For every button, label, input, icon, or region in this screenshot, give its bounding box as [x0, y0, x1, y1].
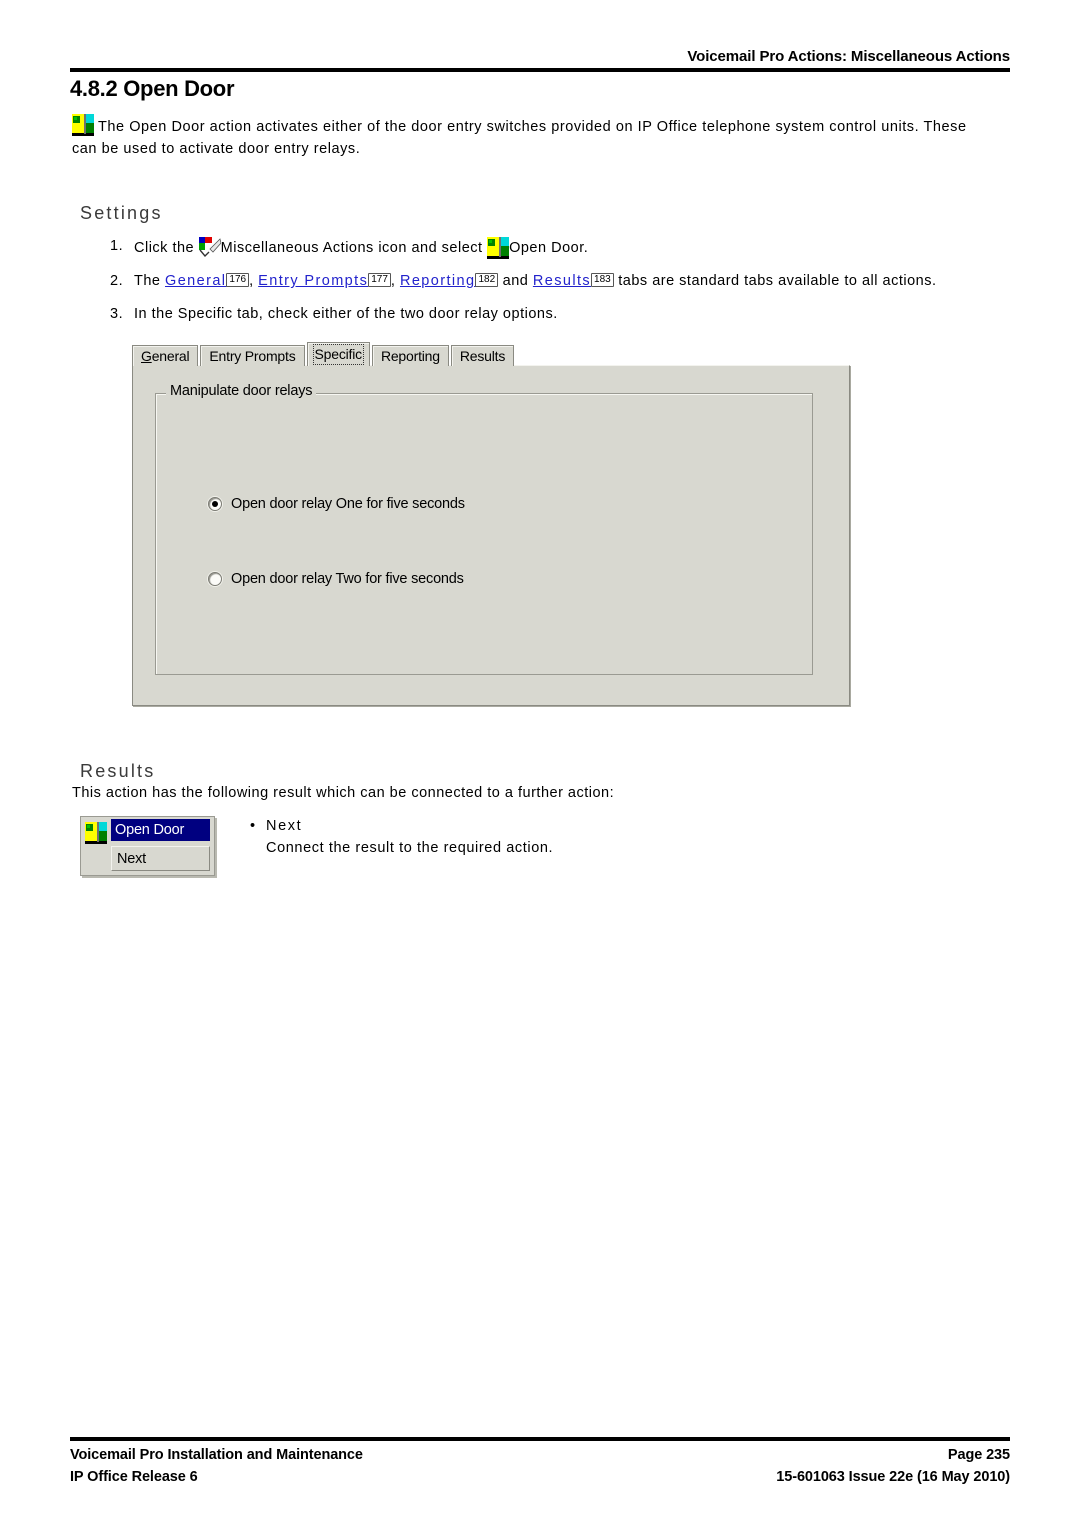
open-door-action-node: Open Door Next — [80, 816, 215, 876]
bullet-description: Connect the result to the required actio… — [266, 840, 554, 856]
node-result-next[interactable]: Next — [111, 846, 210, 871]
open-door-icon — [487, 237, 510, 260]
tab-general[interactable]: General — [132, 345, 199, 366]
open-door-properties-dialog: General Entry Prompts Specific Reporting… — [132, 342, 850, 706]
results-bullet-list: • Next Connect the result to the require… — [250, 815, 850, 859]
settings-heading: Settings — [80, 203, 163, 223]
tab-results-label: Results — [459, 348, 506, 364]
intro-paragraph: The Open Door action activates either of… — [72, 114, 977, 160]
tab-reporting[interactable]: Reporting — [371, 345, 449, 366]
tab-specific-label: Specific — [312, 344, 364, 365]
pageref-reporting[interactable]: 182 — [475, 273, 499, 288]
groupbox-label: Manipulate door relays — [166, 383, 317, 399]
tab-entry-prompts-label: Entry Prompts — [209, 348, 296, 364]
link-general[interactable]: General — [165, 273, 226, 289]
step-1-text-before: Click the — [134, 240, 199, 256]
step-1-text-middle: Miscellaneous Actions icon and select — [220, 240, 488, 256]
link-entry-prompts[interactable]: Entry Prompts — [258, 273, 368, 289]
node-title-bar: Open Door — [111, 819, 210, 841]
results-heading: Results — [80, 761, 156, 781]
settings-step-1: 1. Click the Miscellaneous Actions icon a… — [110, 236, 980, 260]
step-1-text-after: Open Door. — [509, 240, 589, 256]
page-title: 4.8.2 Open Door — [70, 76, 235, 101]
open-door-icon — [85, 822, 107, 844]
bullet-name: Next — [266, 818, 303, 834]
step-2-lead: The — [134, 273, 166, 290]
step-3-text: In the Specific tab, check either of the… — [134, 306, 558, 323]
list-item: • Next Connect the result to the require… — [250, 815, 850, 859]
dialog-body: Manipulate door relays Open door relay O… — [132, 365, 850, 706]
page-footer: Voicemail Pro Installation and Maintenan… — [70, 1444, 1010, 1488]
settings-step-3: 3. In the Specific tab, check either of t… — [110, 304, 980, 325]
link-reporting[interactable]: Reporting — [400, 273, 475, 289]
footer-right-line1: Page 235 — [947, 1447, 1010, 1463]
footer-left-line2: IP Office Release 6 — [70, 1469, 198, 1485]
tab-results[interactable]: Results — [450, 345, 515, 366]
radio-button-icon[interactable] — [208, 497, 222, 511]
radio-open-door-relay-two[interactable]: Open door relay Two for five seconds — [208, 571, 464, 587]
pageref-entry-prompts[interactable]: 177 — [368, 273, 391, 288]
radio-open-door-relay-one[interactable]: Open door relay One for five seconds — [208, 496, 465, 512]
dialog-tabstrip: General Entry Prompts Specific Reporting… — [132, 342, 516, 366]
radio-button-icon[interactable] — [208, 572, 222, 586]
tab-specific[interactable]: Specific — [306, 342, 370, 366]
header-rule — [70, 68, 1010, 72]
footer-left-line1: Voicemail Pro Installation and Maintenan… — [70, 1447, 363, 1463]
results-intro-text: This action has the following result whi… — [72, 785, 615, 801]
footer-rule — [70, 1437, 1010, 1441]
page-header: Voicemail Pro Actions: Miscellaneous Act… — [70, 48, 1010, 72]
settings-steps: 1. Click the Miscellaneous Actions icon a… — [110, 236, 980, 337]
sep-2: and — [498, 273, 533, 290]
miscellaneous-actions-icon — [198, 236, 222, 258]
header-title: Voicemail Pro Actions: Miscellaneous Act… — [687, 48, 1010, 65]
tab-reporting-label: Reporting — [380, 348, 440, 364]
pageref-results[interactable]: 183 — [591, 273, 614, 288]
tab-general-label-rest: eneral — [151, 348, 190, 364]
step-1-number: 1. — [110, 238, 124, 254]
tab-entry-prompts[interactable]: Entry Prompts — [200, 345, 305, 366]
manipulate-door-relays-groupbox: Manipulate door relays Open door relay O… — [155, 383, 813, 675]
step-2-tail: tabs are standard tabs available to all … — [618, 273, 937, 290]
step-3-number: 3. — [110, 306, 124, 323]
radio-relay-two-label: Open door relay Two for five seconds — [231, 571, 464, 587]
intro-text: The Open Door action activates either of… — [72, 119, 967, 157]
sep-1: , — [390, 273, 400, 290]
footer-right-line2: 15-601063 Issue 22e (16 May 2010) — [776, 1469, 1010, 1485]
bullet-icon: • — [250, 818, 256, 834]
open-door-icon — [72, 114, 94, 136]
step-2-number: 2. — [110, 273, 124, 290]
link-results[interactable]: Results — [533, 273, 591, 289]
radio-relay-one-label: Open door relay One for five seconds — [231, 496, 465, 512]
sep-0: , — [249, 273, 259, 290]
pageref-general[interactable]: 176 — [226, 273, 250, 288]
settings-step-2: 2. The General 176, Entry Prompts 177, Repo… — [110, 271, 980, 292]
